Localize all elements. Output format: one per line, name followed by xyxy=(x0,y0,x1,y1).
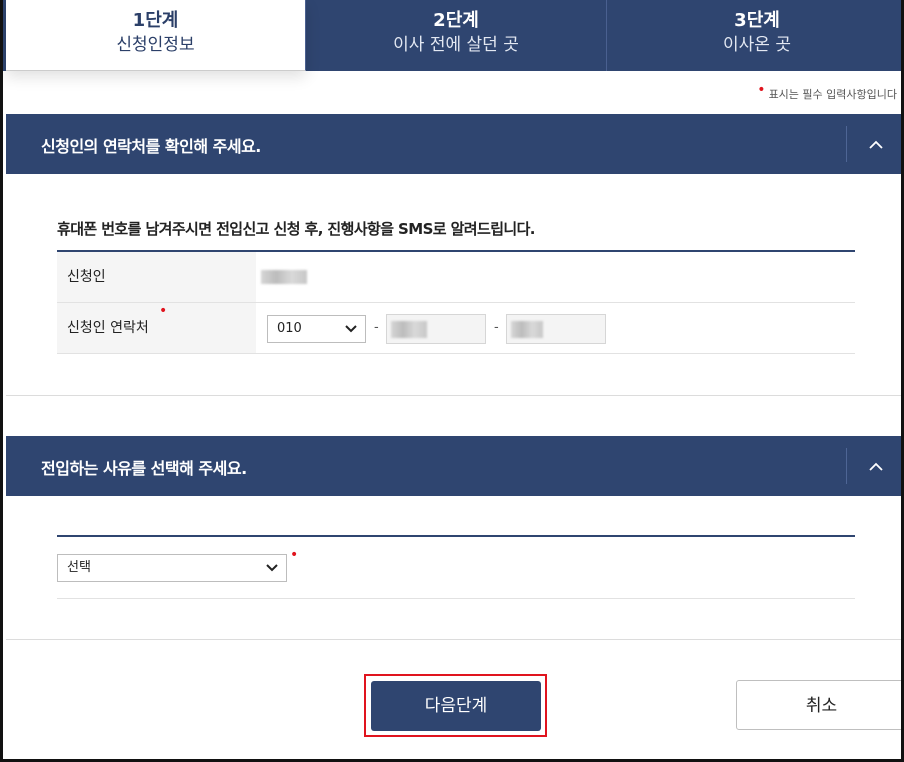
applicant-value xyxy=(256,252,855,302)
table-row-applicant: 신청인 xyxy=(57,252,855,303)
section-title: 전입하는 사유를 선택해 주세요. xyxy=(41,459,247,478)
section-header-contact: 신청인의 연락처를 확인해 주세요. xyxy=(6,114,901,174)
section-header-reason: 전입하는 사유를 선택해 주세요. xyxy=(6,436,901,496)
phone-prefix-select[interactable]: 010 xyxy=(267,315,366,343)
contact-label-text: 신청인 연락처 xyxy=(67,320,149,336)
contact-inputs: 010 - - xyxy=(256,303,855,353)
collapse-button[interactable] xyxy=(846,126,901,162)
phone-middle-input[interactable] xyxy=(386,314,486,344)
step-tabs: 1단계 신청인정보 2단계 이사 전에 살던 곳 3단계 이사온 곳 xyxy=(3,0,901,71)
tab-step-label: 3단계 xyxy=(734,10,780,31)
required-dot-icon: • xyxy=(757,82,766,98)
tab-step-name: 이사온 곳 xyxy=(723,35,791,55)
chevron-up-icon xyxy=(868,462,883,471)
tab-step-label: 1단계 xyxy=(132,10,179,31)
phone-last-input[interactable] xyxy=(506,314,606,344)
next-step-button[interactable]: 다음단계 xyxy=(371,681,541,731)
required-note-text: 표시는 필수 입력사항입니다 xyxy=(768,88,897,101)
section-divider xyxy=(6,639,901,640)
chevron-down-icon xyxy=(266,564,278,572)
reason-table: 선택 • xyxy=(57,535,855,599)
section-divider xyxy=(6,395,901,396)
table-row-contact: 신청인 연락처 • 010 - - xyxy=(57,303,855,354)
required-note: • 표시는 필수 입력사항입니다 xyxy=(757,82,897,102)
phone-separator: - xyxy=(374,320,379,335)
required-dot-icon: • xyxy=(159,303,168,319)
tab-step-name: 신청인정보 xyxy=(116,35,195,55)
tab-step-name: 이사 전에 살던 곳 xyxy=(393,35,519,55)
collapse-button[interactable] xyxy=(846,448,901,484)
phone-prefix-value: 010 xyxy=(277,321,302,336)
applicant-label: 신청인 xyxy=(57,252,256,302)
redacted-phone-last xyxy=(511,321,543,338)
reason-select[interactable]: 선택 xyxy=(57,554,287,582)
chevron-down-icon xyxy=(345,325,357,333)
contact-table: 신청인 신청인 연락처 • 010 - - xyxy=(57,250,855,354)
tab-step-3[interactable]: 3단계 이사온 곳 xyxy=(607,0,901,71)
application-form-frame: 1단계 신청인정보 2단계 이사 전에 살던 곳 3단계 이사온 곳 • 표시는 … xyxy=(0,0,904,762)
reason-select-value: 선택 xyxy=(67,560,91,575)
cancel-button[interactable]: 취소 xyxy=(736,680,901,730)
chevron-up-icon xyxy=(868,140,883,149)
redacted-phone-middle xyxy=(391,321,427,338)
contact-label: 신청인 연락처 • xyxy=(57,303,256,353)
tab-step-label: 2단계 xyxy=(433,10,479,31)
section-title: 신청인의 연락처를 확인해 주세요. xyxy=(41,137,261,156)
sms-notice: 휴대폰 번호를 남겨주시면 전입신고 신청 후, 진행사항을 SMS로 알려드립… xyxy=(57,220,536,238)
required-dot-icon: • xyxy=(290,547,299,563)
phone-separator: - xyxy=(494,320,499,335)
tab-step-2[interactable]: 2단계 이사 전에 살던 곳 xyxy=(306,0,607,71)
tab-step-1[interactable]: 1단계 신청인정보 xyxy=(6,0,306,71)
redacted-name xyxy=(261,270,307,284)
